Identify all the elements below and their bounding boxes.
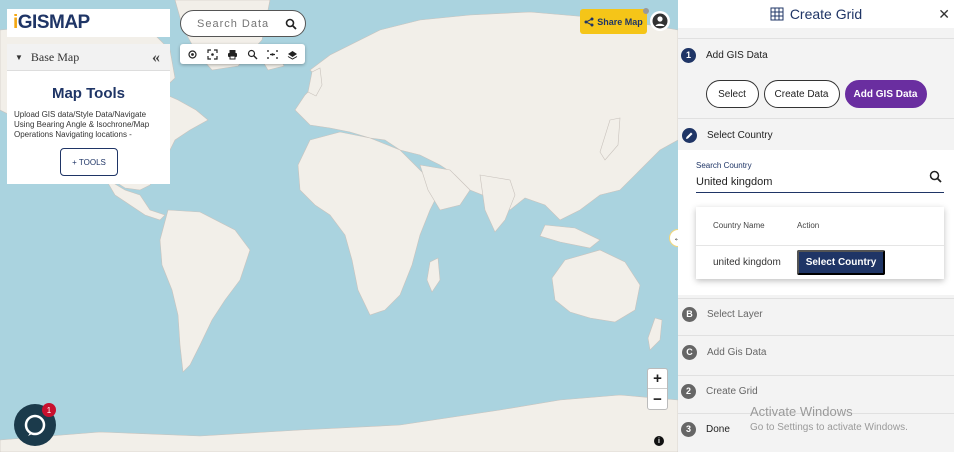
divider	[678, 118, 954, 119]
chat-notification-badge: 1	[42, 403, 56, 417]
divider	[696, 245, 944, 246]
select-button[interactable]: Select	[705, 80, 759, 108]
tools-button[interactable]: + TOOLS	[60, 148, 118, 176]
data-source-buttons: Select Create Data Add GIS Data	[678, 80, 954, 108]
select-country-button[interactable]: Select Country	[797, 250, 885, 275]
search-icon[interactable]	[285, 17, 297, 35]
share-map-label: Share Map	[597, 16, 643, 27]
share-icon	[584, 17, 594, 26]
logo-text: GISMAP	[17, 12, 90, 33]
zoom-control: + −	[647, 368, 668, 410]
zoom-out-button[interactable]: −	[648, 389, 667, 409]
step-number: 2	[681, 383, 696, 399]
step-letter: B	[682, 306, 697, 322]
print-icon[interactable]	[224, 46, 240, 62]
search-bar	[180, 10, 306, 37]
panel-title: Create Grid	[789, 6, 863, 22]
divider	[678, 38, 954, 39]
step-select-country[interactable]: Select Country	[678, 126, 954, 144]
column-header-action: Action	[797, 221, 820, 230]
search-country-label: Search Country	[696, 161, 752, 170]
fullscreen-icon[interactable]	[204, 46, 220, 62]
map-tools-description: Upload GIS data/Style Data/Navigate Usin…	[14, 110, 150, 139]
close-icon[interactable]: ✕	[938, 6, 950, 23]
step-label: Add GIS Data	[706, 49, 768, 61]
pencil-icon	[682, 127, 697, 143]
divider	[678, 375, 954, 376]
measure-icon[interactable]	[265, 46, 281, 62]
step-add-gis-data-2[interactable]: C Add Gis Data	[678, 343, 954, 361]
step-label: Select Country	[707, 129, 773, 141]
step-number: 3	[681, 421, 696, 437]
activate-windows-title: Activate Windows	[750, 404, 853, 419]
map-tools-panel: Map Tools Upload GIS data/Style Data/Nav…	[7, 71, 170, 184]
igismap-logo[interactable]: i GISMAP	[7, 9, 170, 37]
panel-header: Create Grid ✕	[678, 0, 954, 28]
step-add-gis-data[interactable]: 1 Add GIS Data	[678, 46, 954, 64]
country-name-cell: united kingdom	[713, 257, 781, 268]
layers-icon[interactable]	[285, 46, 301, 62]
share-map-button[interactable]: Share Map	[580, 9, 647, 34]
step-select-layer[interactable]: B Select Layer	[678, 305, 954, 323]
divider	[678, 298, 954, 299]
step-label: Create Grid	[706, 385, 758, 397]
create-data-button[interactable]: Create Data	[763, 80, 840, 108]
map-tools-title: Map Tools	[51, 85, 126, 102]
step-label: Add Gis Data	[707, 346, 767, 358]
basemap-toggle[interactable]: ▼ Base Map «	[7, 44, 170, 71]
collapse-icon[interactable]: «	[152, 49, 160, 67]
grid-icon	[770, 7, 784, 21]
step-create-grid[interactable]: 2 Create Grid	[678, 382, 954, 400]
map-toolbar	[180, 44, 305, 64]
step-label: Select Layer	[707, 308, 763, 320]
step-number: 1	[681, 47, 696, 63]
step-letter: C	[682, 344, 697, 360]
chat-icon	[24, 414, 46, 436]
search-icon[interactable]	[929, 170, 942, 188]
step-label: Done	[706, 423, 730, 435]
status-dot	[643, 8, 649, 14]
caret-down-icon: ▼	[15, 52, 23, 62]
user-avatar-icon[interactable]	[650, 11, 670, 31]
search-input[interactable]	[197, 17, 285, 30]
country-results-table: Country Name Action united kingdom Selec…	[696, 207, 944, 279]
zoom-in-button[interactable]: +	[648, 369, 667, 389]
info-icon[interactable]: i	[654, 436, 664, 446]
zoom-search-icon[interactable]	[245, 46, 261, 62]
divider	[678, 335, 954, 336]
basemap-label: Base Map	[30, 49, 80, 64]
add-gis-data-button[interactable]: Add GIS Data	[844, 80, 927, 108]
locate-icon[interactable]	[184, 46, 200, 62]
activate-windows-subtitle: Go to Settings to activate Windows.	[750, 422, 908, 433]
search-country-input[interactable]	[696, 172, 944, 193]
column-header-country-name: Country Name	[713, 221, 765, 230]
